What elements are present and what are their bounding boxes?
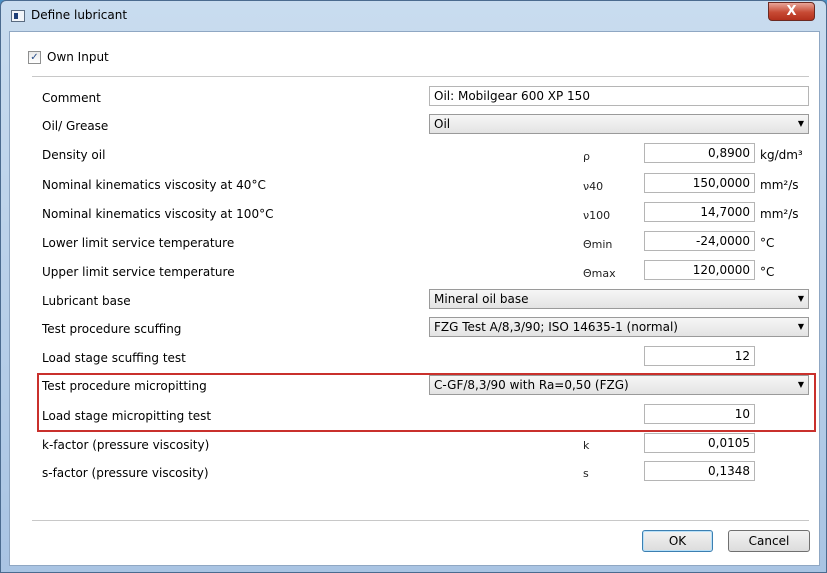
chevron-down-icon: ▼ [797,119,804,128]
window-icon [11,10,25,22]
scuffing-load-stage-input[interactable]: 12 [644,346,755,366]
s-factor-input[interactable]: 0,1348 [644,461,755,481]
s-factor-label: s-factor (pressure viscosity) [42,466,209,480]
micropitting-load-stage-input[interactable]: 10 [644,404,755,424]
separator-top [32,76,809,77]
close-button[interactable]: X [768,2,815,21]
upper-temp-symbol: Θmax [583,267,616,280]
scuffing-load-stage-label: Load stage scuffing test [42,351,186,365]
chevron-down-icon: ▼ [797,294,804,303]
upper-temp-unit: °C [760,265,775,279]
micropitting-procedure-label: Test procedure micropitting [42,379,207,393]
density-symbol: ρ [583,150,590,163]
k-factor-symbol: k [583,439,590,452]
title-bar[interactable]: Define lubricant X [1,1,826,31]
lubricant-base-value: Mineral oil base [434,292,529,306]
own-input-label: Own Input [47,50,109,64]
k-factor-label: k-factor (pressure viscosity) [42,438,210,452]
cancel-button[interactable]: Cancel [728,530,810,552]
k-factor-input[interactable]: 0,0105 [644,433,755,453]
dialog-body: ✓ Own Input Comment Oil: Mobilgear 600 X… [9,31,820,566]
viscosity-40-symbol: ν40 [583,180,604,193]
lubricant-base-select[interactable]: Mineral oil base ▼ [429,289,809,309]
upper-temp-input[interactable]: 120,0000 [644,260,755,280]
viscosity-40-input[interactable]: 150,0000 [644,173,755,193]
own-input-checkbox[interactable]: ✓ [28,51,41,64]
oil-grease-label: Oil/ Grease [42,119,109,133]
viscosity-100-symbol: ν100 [583,209,611,222]
viscosity-40-unit: mm²/s [760,178,799,192]
scuffing-procedure-label: Test procedure scuffing [42,322,182,336]
s-factor-symbol: s [583,467,589,480]
micropitting-procedure-select[interactable]: C-GF/8,3/90 with Ra=0,50 (FZG) ▼ [429,375,809,395]
oil-grease-select[interactable]: Oil ▼ [429,114,809,134]
window-title: Define lubricant [31,8,128,22]
lower-temp-label: Lower limit service temperature [42,236,235,250]
lower-temp-symbol: Θmin [583,238,613,251]
lower-temp-unit: °C [760,236,775,250]
chevron-down-icon: ▼ [797,380,804,389]
viscosity-100-input[interactable]: 14,7000 [644,202,755,222]
lubricant-base-label: Lubricant base [42,294,131,308]
upper-temp-label: Upper limit service temperature [42,265,235,279]
viscosity-40-label: Nominal kinematics viscosity at 40°C [42,178,266,192]
viscosity-100-label: Nominal kinematics viscosity at 100°C [42,207,274,221]
lower-temp-input[interactable]: -24,0000 [644,231,755,251]
ok-button[interactable]: OK [642,530,713,552]
scuffing-procedure-select[interactable]: FZG Test A/8,3/90; ISO 14635-1 (normal) … [429,317,809,337]
micropitting-load-stage-label: Load stage micropitting test [42,409,212,423]
density-input[interactable]: 0,8900 [644,143,755,163]
separator-bottom [32,520,809,521]
viscosity-100-unit: mm²/s [760,207,799,221]
micropitting-procedure-value: C-GF/8,3/90 with Ra=0,50 (FZG) [434,378,629,392]
oil-grease-value: Oil [434,117,451,131]
comment-label: Comment [42,91,101,105]
scuffing-procedure-value: FZG Test A/8,3/90; ISO 14635-1 (normal) [434,320,678,334]
density-label: Density oil [42,148,106,162]
define-lubricant-dialog: Define lubricant X ✓ Own Input Comment O… [0,0,827,573]
density-unit: kg/dm³ [760,148,803,162]
comment-input[interactable]: Oil: Mobilgear 600 XP 150 [429,86,809,106]
chevron-down-icon: ▼ [797,322,804,331]
